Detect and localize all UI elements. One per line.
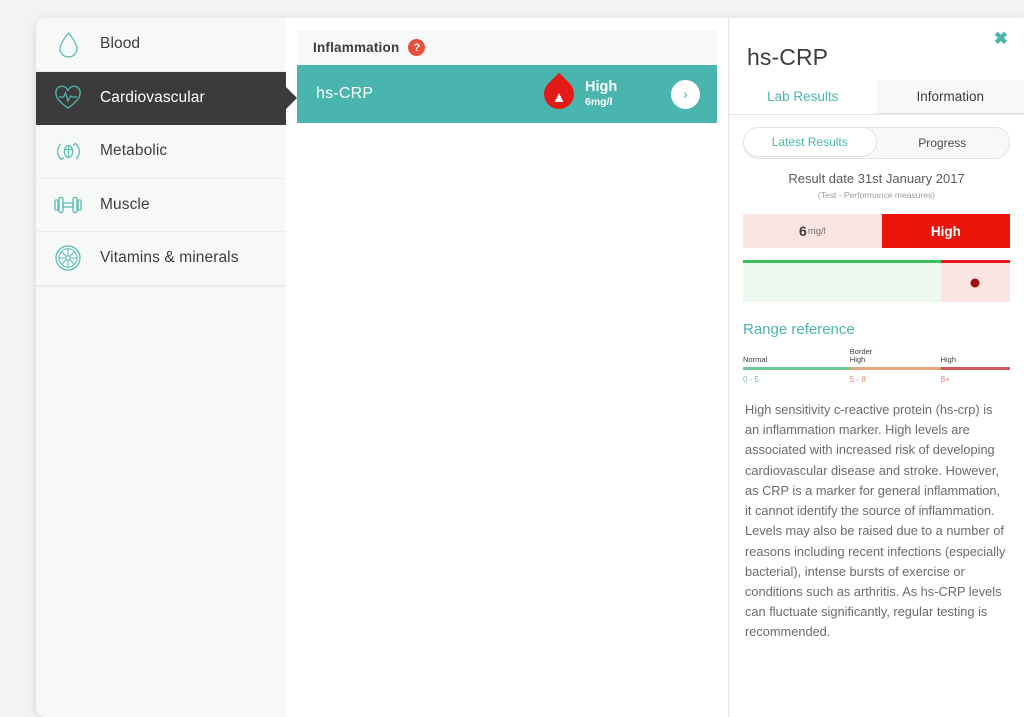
result-name: hs-CRP [316,85,374,102]
segmented-wrap: Latest Results Progress [729,115,1024,159]
group-header-inflammation: Inflammation ? [297,30,717,65]
tab-lab-results[interactable]: Lab Results [729,80,877,114]
results-panel: Inflammation ? hs-CRP ▲ High 6mg/l › [286,18,728,717]
result-value: 6mg/l [585,95,613,108]
group-title: Inflammation [313,40,400,55]
help-icon[interactable]: ? [408,39,426,56]
range-label-border-high: Border High [849,347,941,365]
range-bar-normal [743,367,850,370]
sidebar-item-label: Cardiovascular [100,88,205,106]
status-badge: High [881,214,1011,248]
range-bar-high [940,367,1010,370]
segment-progress[interactable]: Progress [876,128,1010,158]
detail-header: hs-CRP ✖ [729,18,1024,80]
close-icon[interactable]: ✖ [994,30,1008,47]
range-label-normal: Normal [743,355,768,365]
high-drop-icon: ▲ [537,72,581,116]
detail-panel: hs-CRP ✖ Lab Results Information Latest … [728,18,1024,717]
sidebar-filler [36,285,286,287]
value-unit: mg/l [807,225,826,237]
range-label-high: High [940,355,956,365]
sidebar-item-label: Metabolic [100,142,168,160]
detail-tabs: Lab Results Information [729,80,1024,115]
range-reference-labels: Normal Border High High [743,343,1010,365]
sidebar-item-blood[interactable]: Blood [36,18,286,72]
description-text: High sensitivity c-reactive protein (hs-… [745,402,1006,640]
segment-latest-results[interactable]: Latest Results [744,128,877,157]
range-bar-border-high [849,367,941,370]
heart-pulse-icon [36,85,100,111]
result-status: High [585,78,618,95]
open-detail-button[interactable]: › [671,79,700,109]
sidebar-item-label: Blood [100,35,141,53]
gauge-normal-band [743,260,941,302]
sidebar-item-label: Vitamins & minerals [100,249,239,267]
range-reference-values: 0 - 5 5 - 8 8+ [743,375,1010,384]
result-status-block: High 6mg/l [585,79,637,109]
range-label-border-high-line2: High [849,355,866,365]
result-date-sub: (Test - Performance measures) [817,190,936,200]
range-value-border-high: 5 - 8 [849,375,866,384]
blood-drop-icon [36,31,100,58]
gauge-high-band [940,260,1011,302]
tab-information[interactable]: Information [876,80,1024,114]
gauge-marker-dot [970,278,980,287]
sidebar-item-label: Muscle [100,195,150,213]
dumbbell-icon [36,194,100,216]
segmented-control: Latest Results Progress [743,127,1010,159]
value-status-row: 6 mg/l High [743,214,1011,248]
range-value-normal: 0 - 5 [743,375,760,384]
range-reference-title: Range reference [743,321,855,338]
result-row-hs-crp[interactable]: hs-CRP ▲ High 6mg/l › [297,65,717,123]
sidebar-item-cardiovascular[interactable]: Cardiovascular [36,71,286,125]
range-reference-bar [743,367,1010,370]
chevron-up-icon: ▲ [551,88,567,106]
result-date: Result date 31st January 2017 [788,171,965,186]
app-card: Blood Cardiovascular Metabolic Muscle Vi… [36,18,1024,717]
metabolic-icon [36,138,100,165]
sidebar: Blood Cardiovascular Metabolic Muscle Vi… [36,18,286,717]
range-value-high: 8+ [940,375,950,384]
sidebar-item-metabolic[interactable]: Metabolic [36,125,286,179]
value-box: 6 mg/l [743,214,882,248]
sidebar-item-muscle[interactable]: Muscle [36,178,286,232]
detail-title: hs-CRP [747,44,829,70]
value-number: 6 [799,223,807,239]
citrus-slice-icon [36,244,100,272]
sidebar-item-vitamins-minerals[interactable]: Vitamins & minerals [36,232,286,286]
value-gauge [743,260,1011,302]
